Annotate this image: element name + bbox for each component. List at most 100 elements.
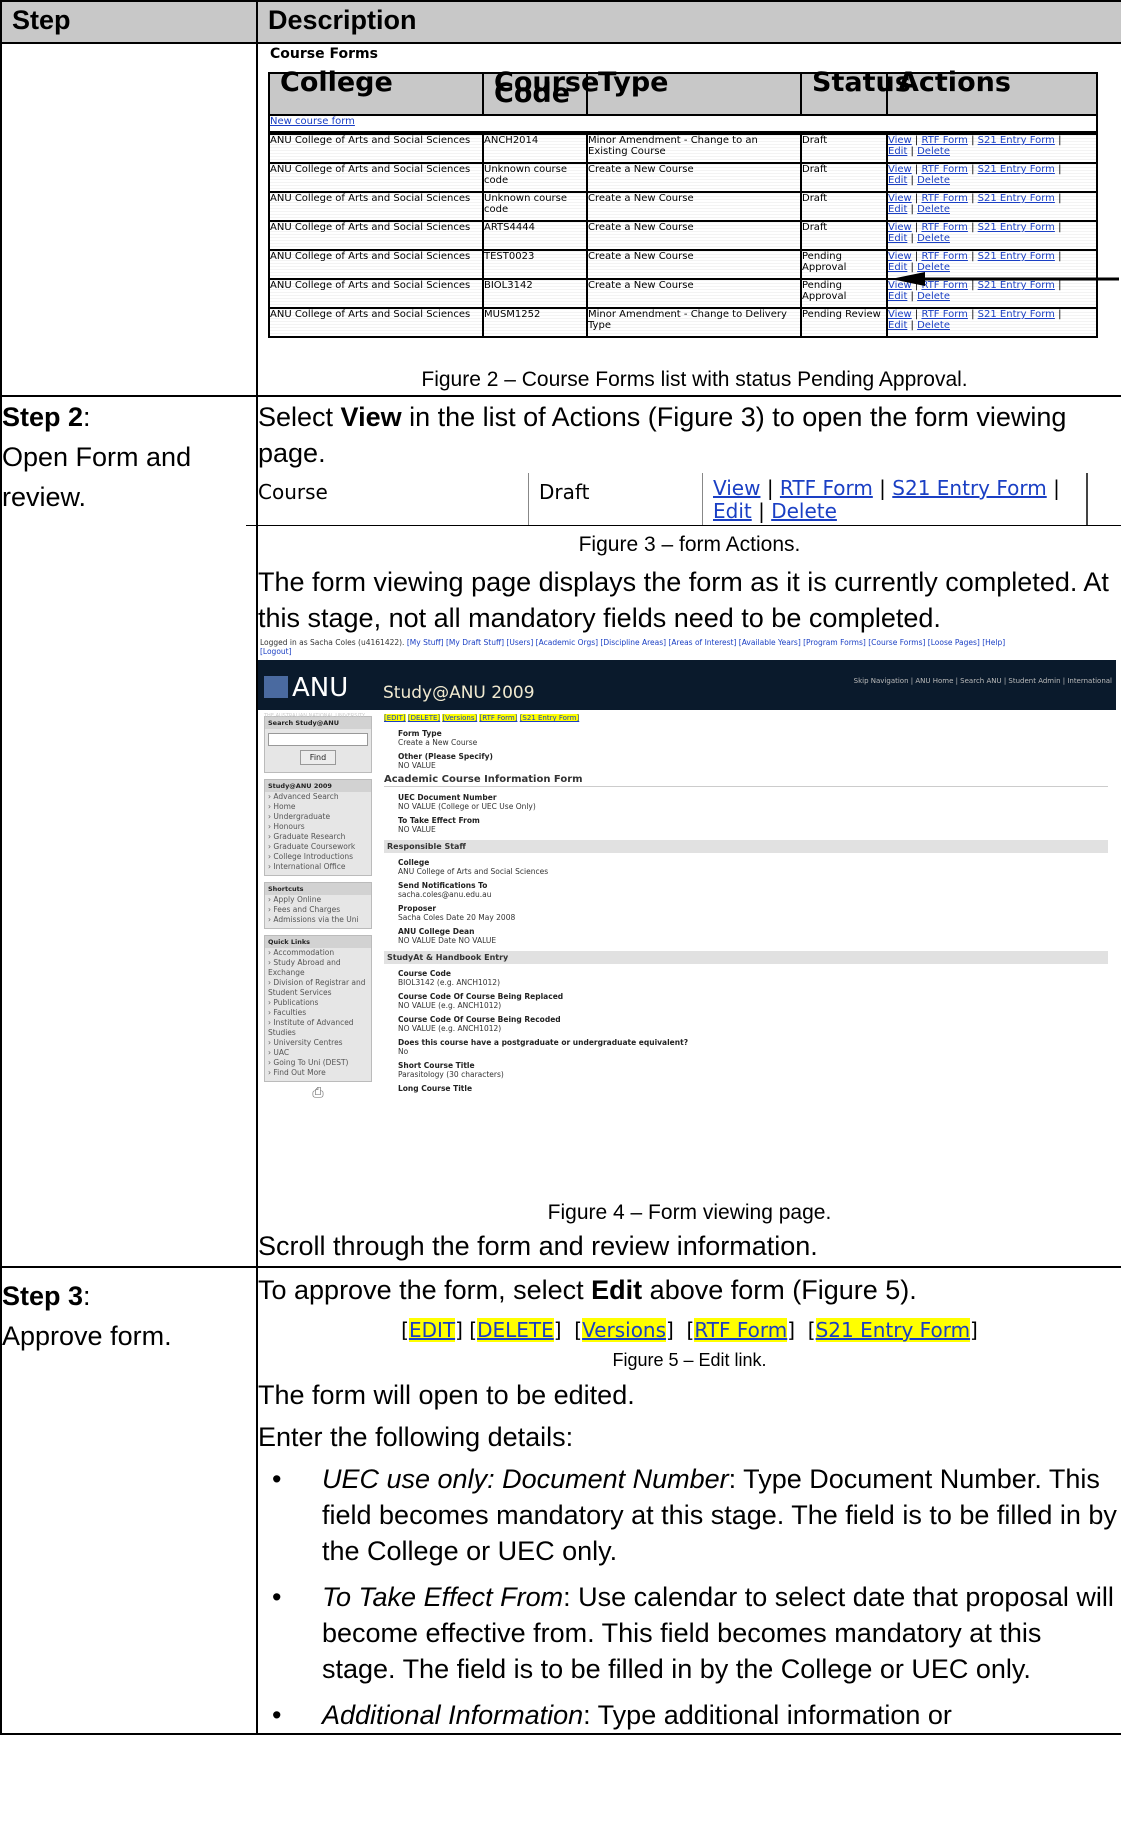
sidebar-item[interactable]: › Graduate Coursework <box>265 842 371 852</box>
view-link[interactable]: View <box>888 135 912 146</box>
delete-link[interactable]: Delete <box>917 175 950 186</box>
fig3-edit-link[interactable]: Edit <box>713 499 752 523</box>
delete-link[interactable]: Delete <box>917 320 950 331</box>
proposer-label: Proposer <box>398 904 437 913</box>
view-link[interactable]: View <box>888 193 912 204</box>
rtf-form-link[interactable]: RTF Form <box>921 309 967 320</box>
s21-entry-link[interactable]: S21 Entry Form <box>978 251 1055 262</box>
sidebar-item[interactable]: › International Office <box>265 862 371 872</box>
sidebar-item[interactable]: › Division of Registrar and Student Serv… <box>265 978 371 998</box>
new-course-form-link[interactable]: New course form <box>270 116 355 127</box>
toolbar-s21[interactable]: [S21 Entry Form] <box>519 714 580 722</box>
sidebar-item[interactable]: › Graduate Research <box>265 832 371 842</box>
study-heading: Study@ANU 2009 <box>265 780 371 792</box>
figure-4-caption: Figure 4 – Form viewing page. <box>547 1201 832 1224</box>
s21-entry-link[interactable]: S21 Entry Form <box>978 309 1055 320</box>
skip-nav-links[interactable]: Skip Navigation | ANU Home | Search ANU … <box>854 663 1112 699</box>
sidebar-item[interactable]: › University Centres <box>265 1038 371 1048</box>
step-3-label: Step 3 <box>2 1281 84 1311</box>
toolbar-rtf[interactable]: [RTF Form] <box>479 714 518 722</box>
admin-nav-links[interactable]: [My Stuff] [My Draft Stuff] [Users] [Aca… <box>407 638 1005 647</box>
top-nav: Logged in as Sacha Coles (u4161422). [My… <box>258 638 1116 660</box>
sidebar-item[interactable]: › Fees and Charges <box>265 905 371 915</box>
fig3-s21-link[interactable]: S21 Entry Form <box>892 476 1046 500</box>
sidebar-item[interactable]: › Home <box>265 802 371 812</box>
view-link[interactable]: View <box>888 309 912 320</box>
figure-2-caption: Figure 2 – Course Forms list with status… <box>421 368 968 391</box>
sidebar-item[interactable]: › Accommodation <box>265 948 371 958</box>
delete-link[interactable]: Delete <box>917 146 950 157</box>
rtf-form-link[interactable]: RTF Form <box>921 251 967 262</box>
sidebar-item[interactable]: › Honours <box>265 822 371 832</box>
edit-link[interactable]: Edit <box>888 291 907 302</box>
view-link[interactable]: View <box>888 251 912 262</box>
other-value: NO VALUE <box>398 761 436 770</box>
rtf-form-link[interactable]: RTF Form <box>921 193 967 204</box>
s21-entry-link[interactable]: S21 Entry Form <box>978 222 1055 233</box>
edit-link[interactable]: Edit <box>888 233 907 244</box>
sidebar-item[interactable]: › Publications <box>265 998 371 1008</box>
replaced-value: NO VALUE (e.g. ANCH1012) <box>398 1001 502 1010</box>
sidebar-item[interactable]: › Institute of Advanced Studies <box>265 1018 371 1038</box>
edit-link[interactable]: Edit <box>888 175 907 186</box>
logout-link[interactable]: [Logout] <box>260 647 292 656</box>
sidebar-item[interactable]: › Apply Online <box>265 895 371 905</box>
figure-5-caption: Figure 5 – Edit link. <box>612 1350 767 1370</box>
step-3-desc: Approve form. <box>2 1321 172 1351</box>
delete-link[interactable]: Delete <box>917 204 950 215</box>
cell-college: ANU College of Arts and Social Sciences <box>268 162 484 193</box>
fig3-view-link[interactable]: View <box>713 476 760 500</box>
short-title-label: Short Course Title <box>398 1061 475 1070</box>
fig5-edit-link[interactable]: EDIT <box>408 1318 456 1342</box>
sidebar-item[interactable]: › Find Out More <box>265 1068 371 1078</box>
edit-link[interactable]: Edit <box>888 320 907 331</box>
step-2-cell: Step 2: Open Form and review. <box>0 395 258 1268</box>
edit-link[interactable]: Edit <box>888 204 907 215</box>
search-input[interactable] <box>268 733 368 746</box>
step-2-desc: Open Form and review. <box>2 442 192 512</box>
sidebar-item[interactable]: › Undergraduate <box>265 812 371 822</box>
fig5-delete-link[interactable]: DELETE <box>477 1318 554 1342</box>
find-button[interactable]: Find <box>300 750 336 765</box>
delete-link[interactable]: Delete <box>917 291 950 302</box>
rtf-form-link[interactable]: RTF Form <box>921 135 967 146</box>
toolbar-delete[interactable]: [DELETE] <box>407 714 441 722</box>
sidebar-item[interactable]: › Study Abroad and Exchange <box>265 958 371 978</box>
bullet-term: UEC use only: Document Number <box>322 1464 729 1494</box>
rtf-form-link[interactable]: RTF Form <box>921 222 967 233</box>
edit-link[interactable]: Edit <box>888 146 907 157</box>
fig3-rtf-link[interactable]: RTF Form <box>780 476 873 500</box>
code-label: Course Code <box>398 969 451 978</box>
cell-type: Minor Amendment - Change to an Existing … <box>586 133 802 164</box>
fig3-course: Course <box>258 480 328 504</box>
fig3-delete-link[interactable]: Delete <box>771 499 837 523</box>
rtf-form-link[interactable]: RTF Form <box>921 164 967 175</box>
sidebar-item[interactable]: › Advanced Search <box>265 792 371 802</box>
sidebar-item[interactable]: › College Introductions <box>265 852 371 862</box>
list-item: • To Take Effect From: Use calendar to se… <box>258 1579 1121 1687</box>
bullet-text: : Type additional information or <box>583 1700 952 1730</box>
course-forms-title: Course Forms <box>270 46 378 62</box>
fig3-actions: View | RTF Form | S21 Entry Form | Edit … <box>713 476 1060 523</box>
fig5-rtf-link[interactable]: RTF Form <box>694 1318 788 1342</box>
delete-link[interactable]: Delete <box>917 233 950 244</box>
bullet-icon: • <box>272 1700 282 1730</box>
cell-type: Create a New Course <box>586 220 802 251</box>
view-link[interactable]: View <box>888 164 912 175</box>
s21-entry-link[interactable]: S21 Entry Form <box>978 193 1055 204</box>
view-link[interactable]: View <box>888 222 912 233</box>
print-icon[interactable]: ⎙ <box>264 1086 372 1100</box>
s21-entry-link[interactable]: S21 Entry Form <box>978 164 1055 175</box>
form-toolbar: [EDIT] [DELETE] [Versions] [RTF Form] [S… <box>384 714 1108 723</box>
step-3-cell: Step 3: Approve form. <box>0 1266 258 1735</box>
sidebar-item[interactable]: › Faculties <box>265 1008 371 1018</box>
toolbar-versions[interactable]: [Versions] <box>442 714 478 722</box>
sidebar-item[interactable]: › Going To Uni (DEST) <box>265 1058 371 1068</box>
toolbar-edit[interactable]: [EDIT] <box>384 714 406 722</box>
s21-entry-link[interactable]: S21 Entry Form <box>978 135 1055 146</box>
fig5-versions-link[interactable]: Versions <box>582 1318 667 1342</box>
form-view-main: [EDIT] [DELETE] [Versions] [RTF Form] [S… <box>376 710 1116 1098</box>
sidebar-item[interactable]: › UAC <box>265 1048 371 1058</box>
sidebar-item[interactable]: › Admissions via the Uni <box>265 915 371 925</box>
fig5-s21-link[interactable]: S21 Entry Form <box>815 1318 971 1342</box>
